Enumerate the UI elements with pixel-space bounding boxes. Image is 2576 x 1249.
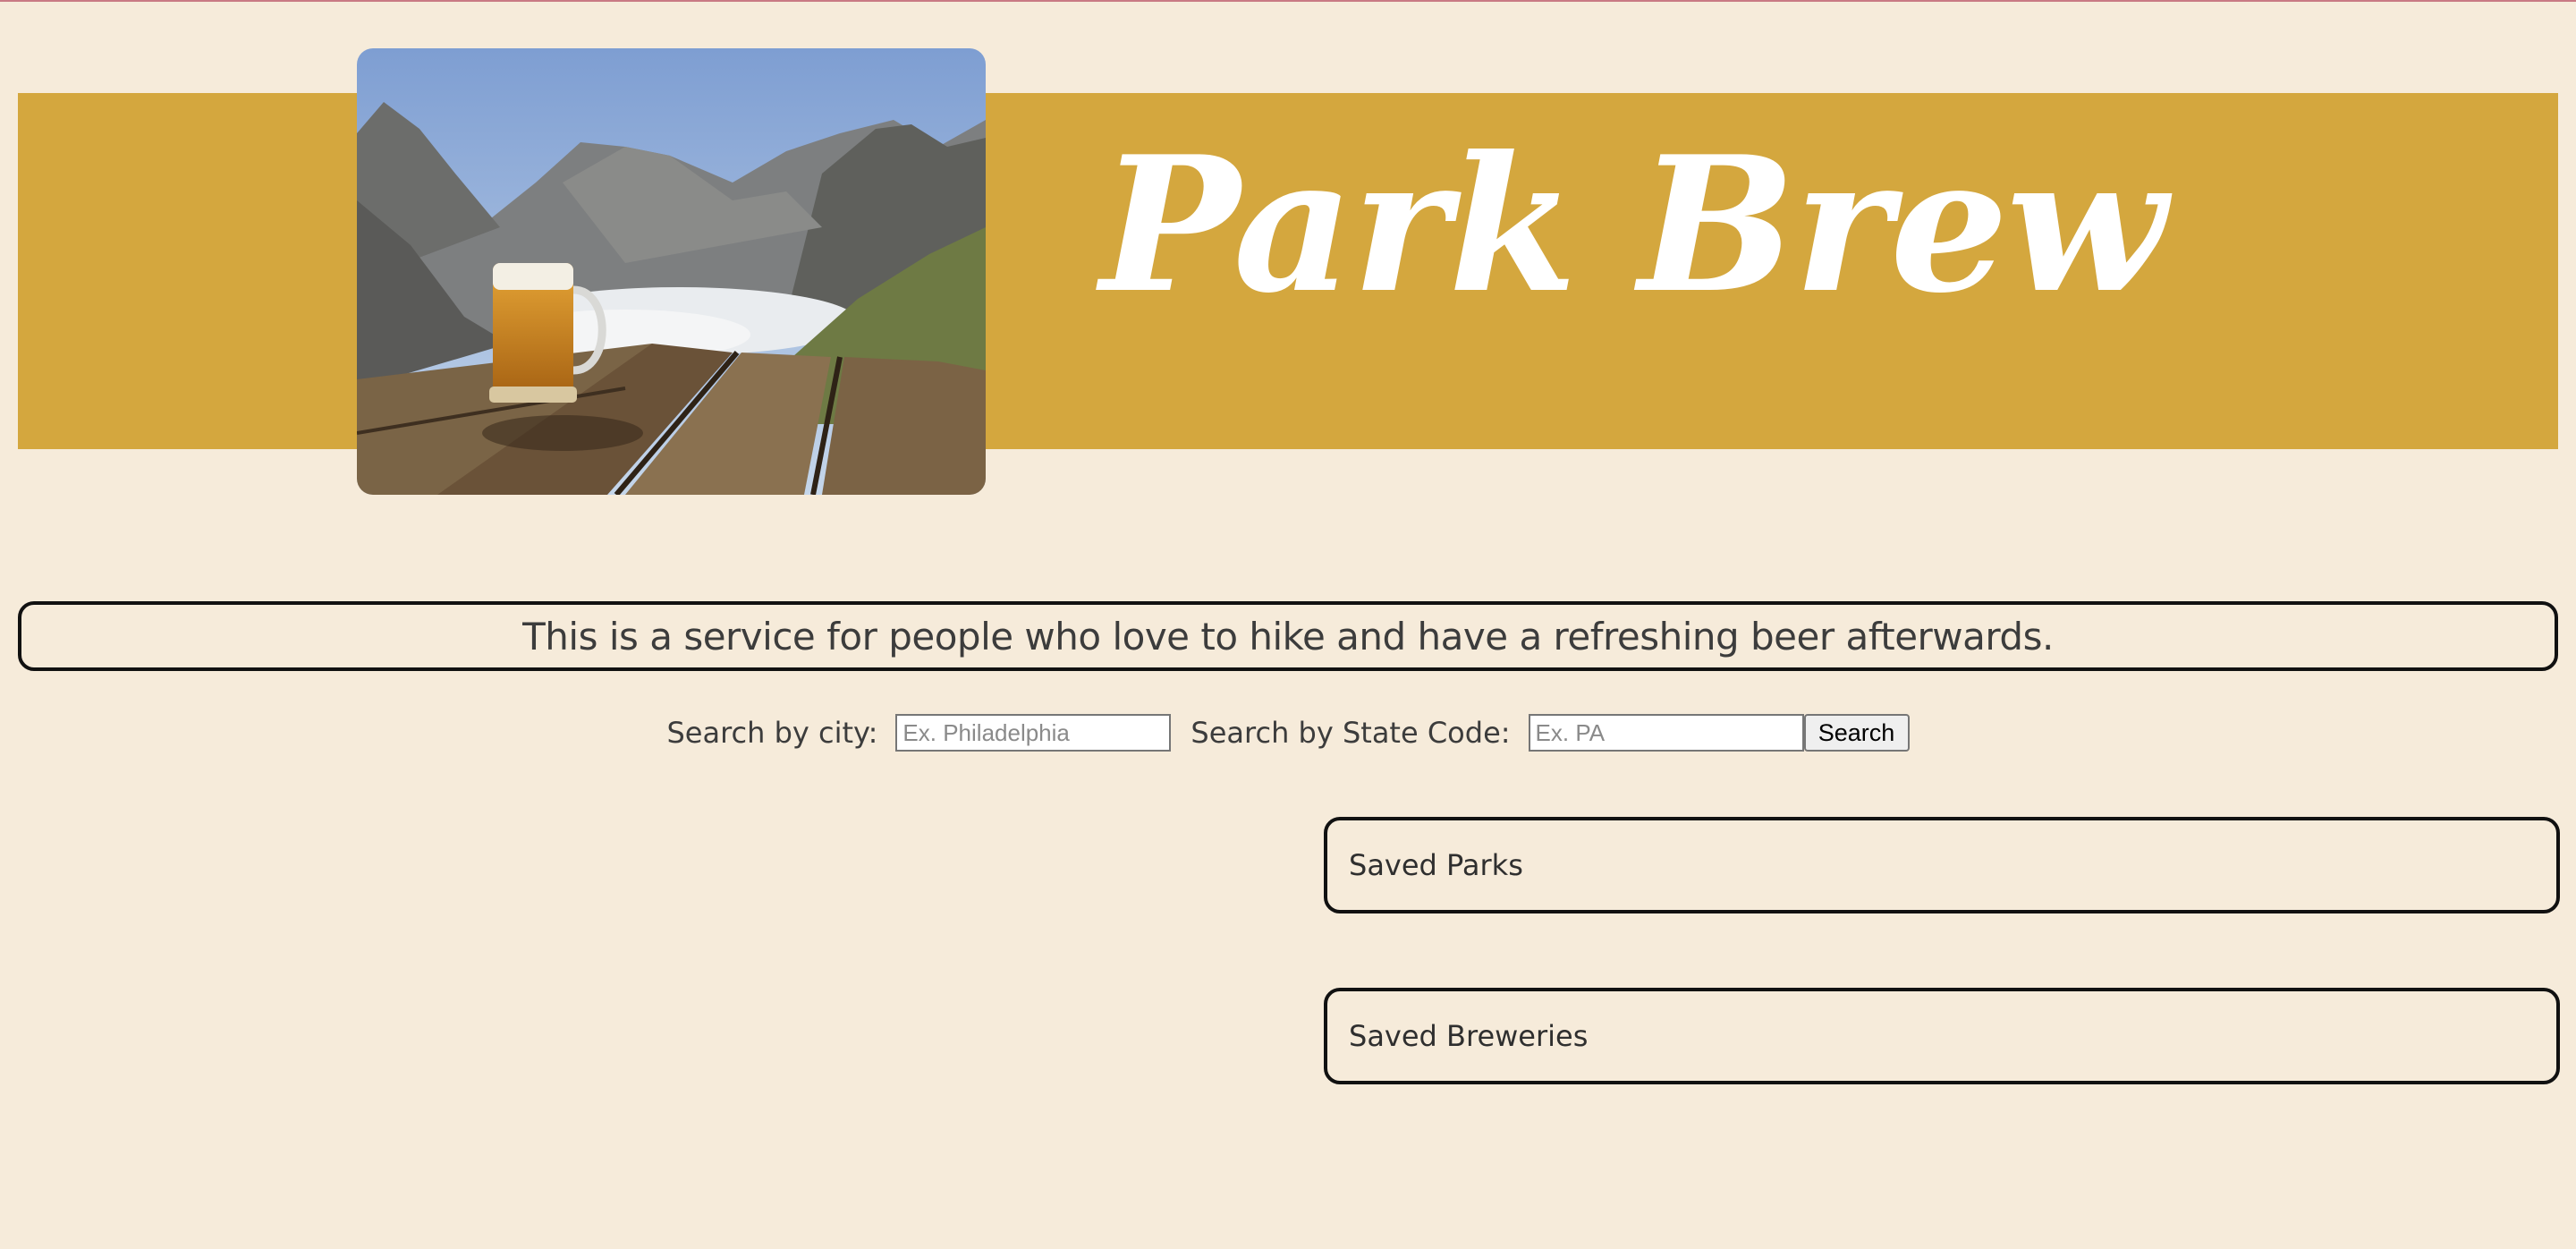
tagline-text: This is a service for people who love to… (522, 614, 2054, 658)
saved-breweries-heading: Saved Breweries (1349, 1019, 1589, 1053)
saved-parks-heading: Saved Parks (1349, 848, 1523, 882)
site-title: Park Brew (1100, 116, 2167, 335)
city-label: Search by city: (666, 716, 878, 750)
search-form: Search by city: Search by State Code: Se… (0, 712, 2576, 753)
saved-parks-panel: Saved Parks (1324, 817, 2560, 913)
state-code-input[interactable] (1528, 714, 1804, 752)
city-input[interactable] (895, 714, 1172, 752)
search-button[interactable]: Search (1803, 714, 1910, 752)
hero-photo (357, 48, 986, 495)
state-label: Search by State Code: (1191, 716, 1511, 750)
saved-breweries-panel: Saved Breweries (1324, 988, 2560, 1084)
tagline-box: This is a service for people who love to… (18, 601, 2558, 671)
mountain-beer-photo-icon (357, 48, 986, 495)
